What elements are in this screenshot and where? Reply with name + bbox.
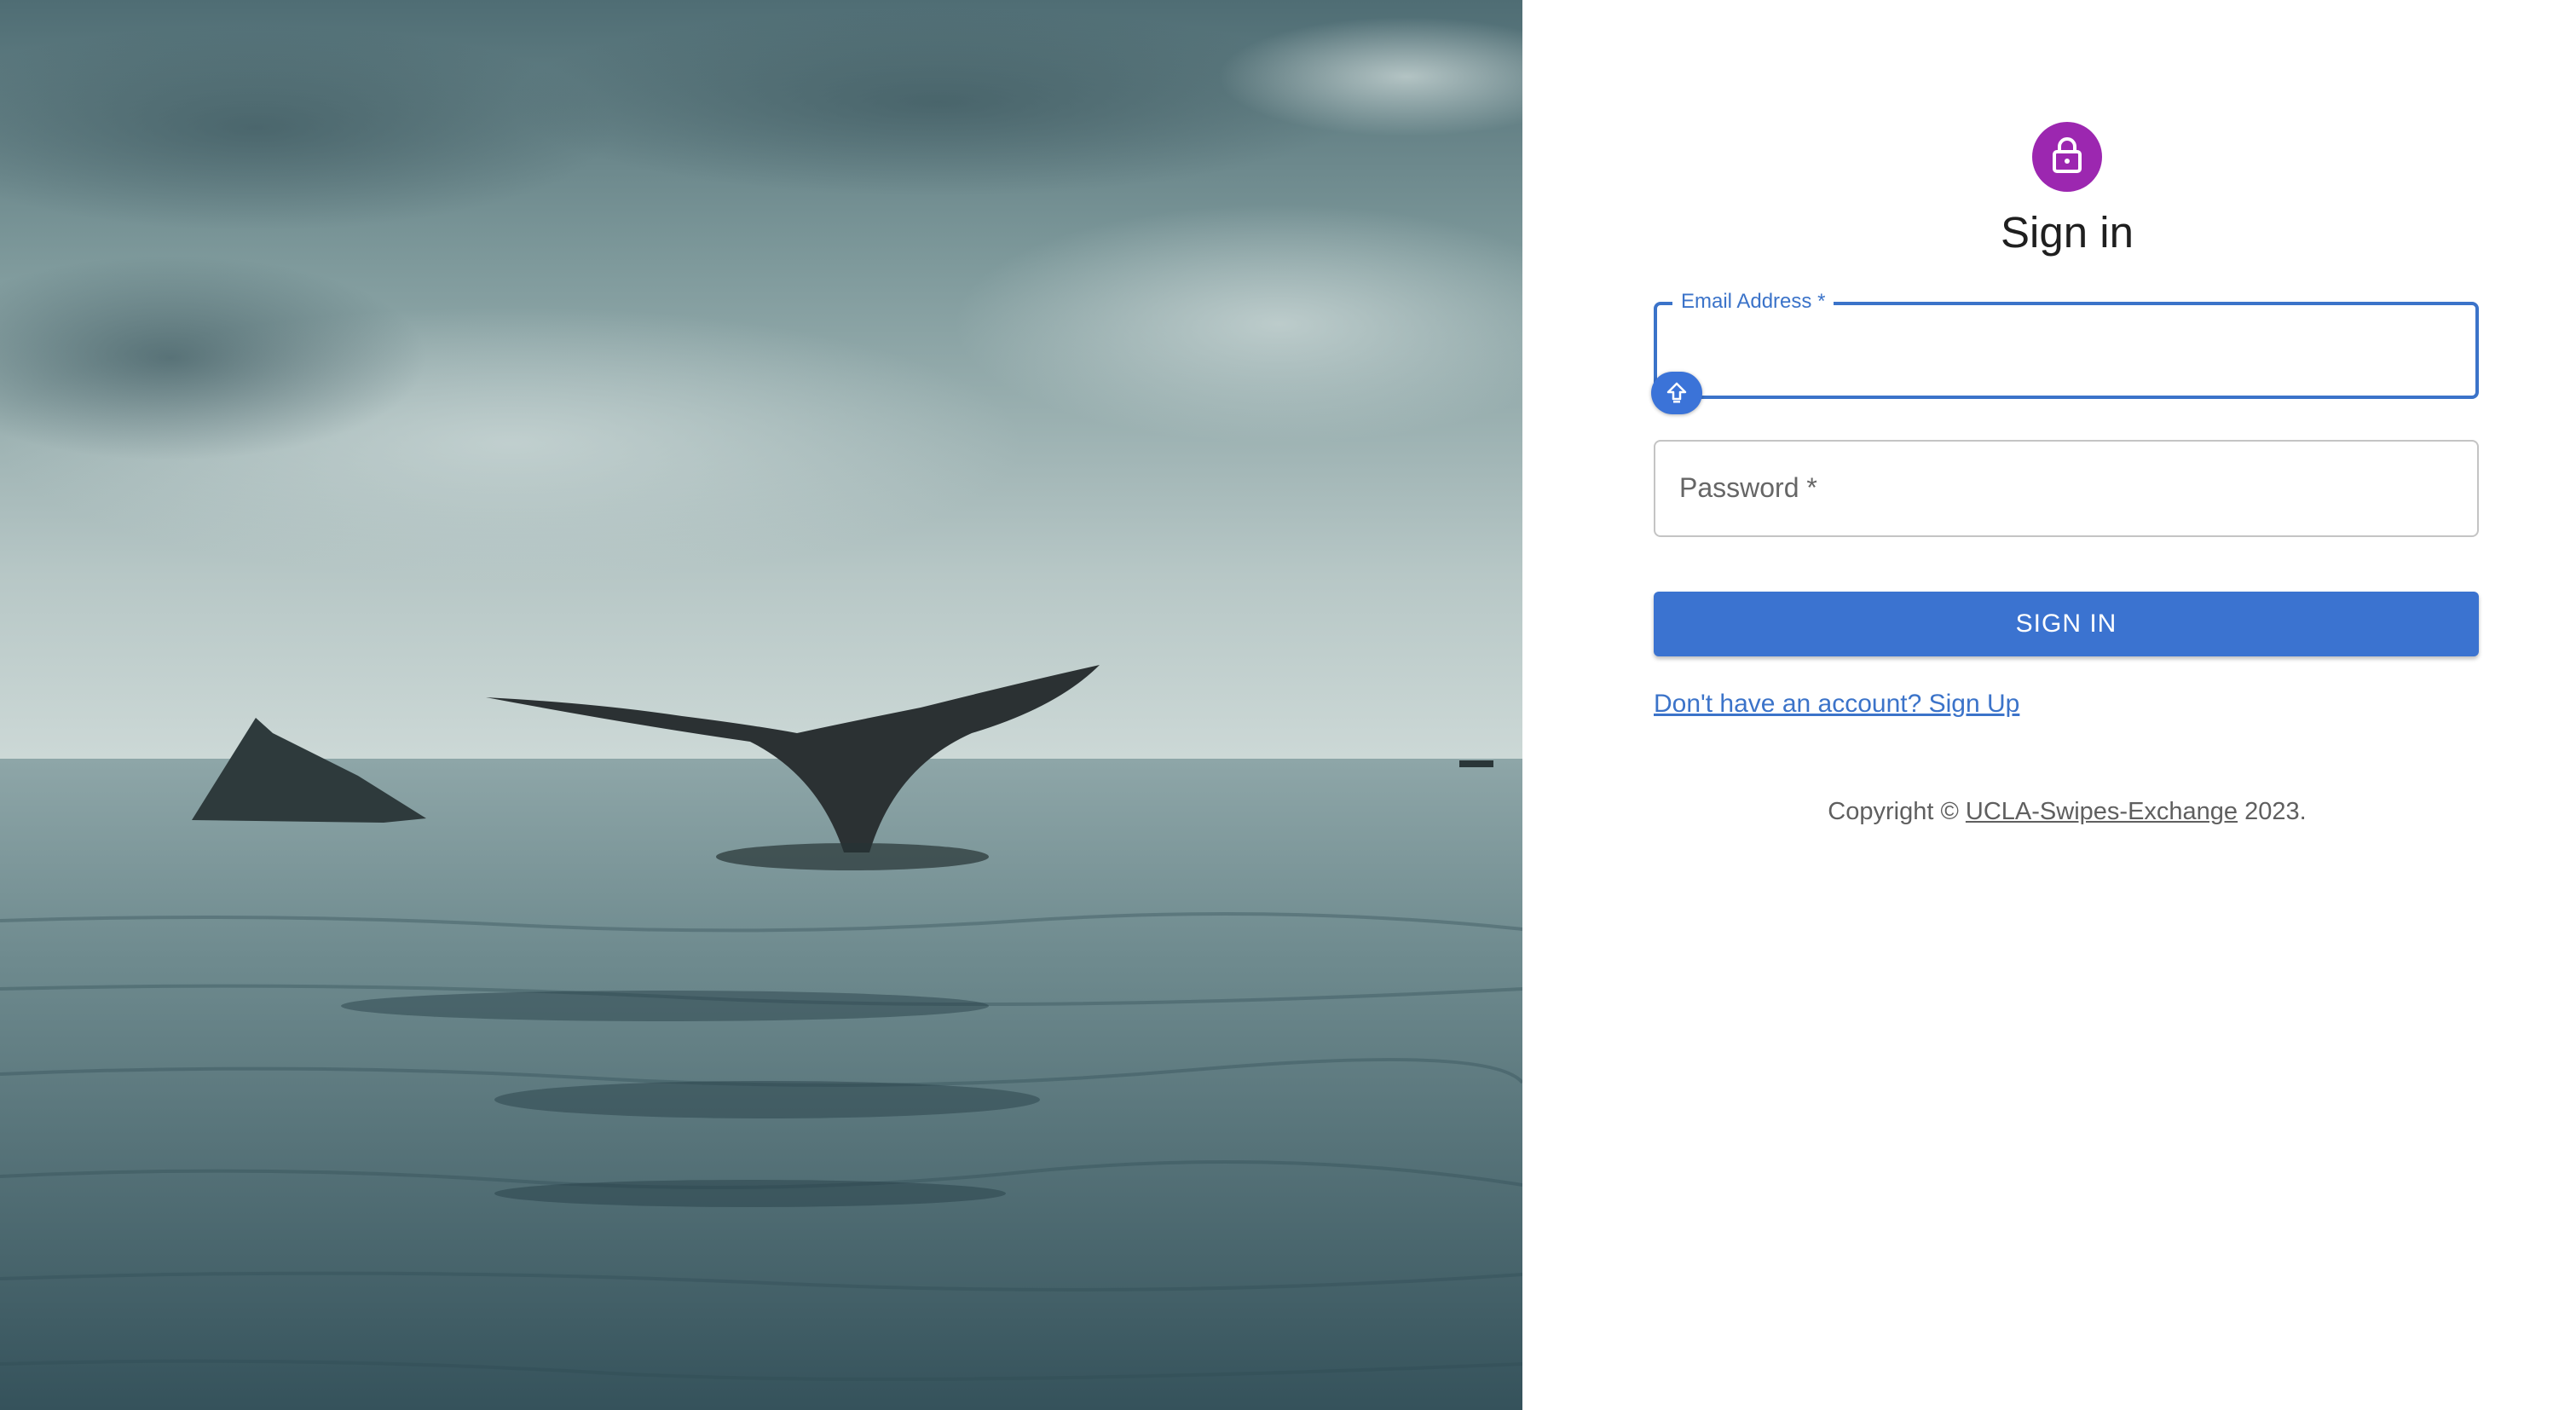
email-label: Email Address * [1672, 286, 1834, 317]
lock-icon [2050, 136, 2084, 178]
copyright-prefix: Copyright © [1828, 798, 1966, 825]
hero-image [0, 0, 1522, 1410]
email-input[interactable] [1678, 331, 2455, 375]
password-field[interactable]: Password * [1654, 440, 2479, 537]
password-input[interactable] [1676, 467, 2457, 511]
copyright-suffix: 2023. [2238, 798, 2307, 825]
page-title: Sign in [2001, 208, 2134, 257]
email-field[interactable]: Email Address * [1654, 286, 2479, 399]
copyright: Copyright © UCLA-Swipes-Exchange 2023. [1705, 795, 2429, 829]
sign-in-button[interactable]: SIGN IN [1654, 592, 2479, 656]
password-manager-icon[interactable] [1651, 372, 1702, 414]
site-link[interactable]: UCLA-Swipes-Exchange [1966, 798, 2238, 825]
sign-up-link[interactable]: Don't have an account? Sign Up [1654, 687, 2019, 721]
lock-avatar [2032, 122, 2102, 192]
